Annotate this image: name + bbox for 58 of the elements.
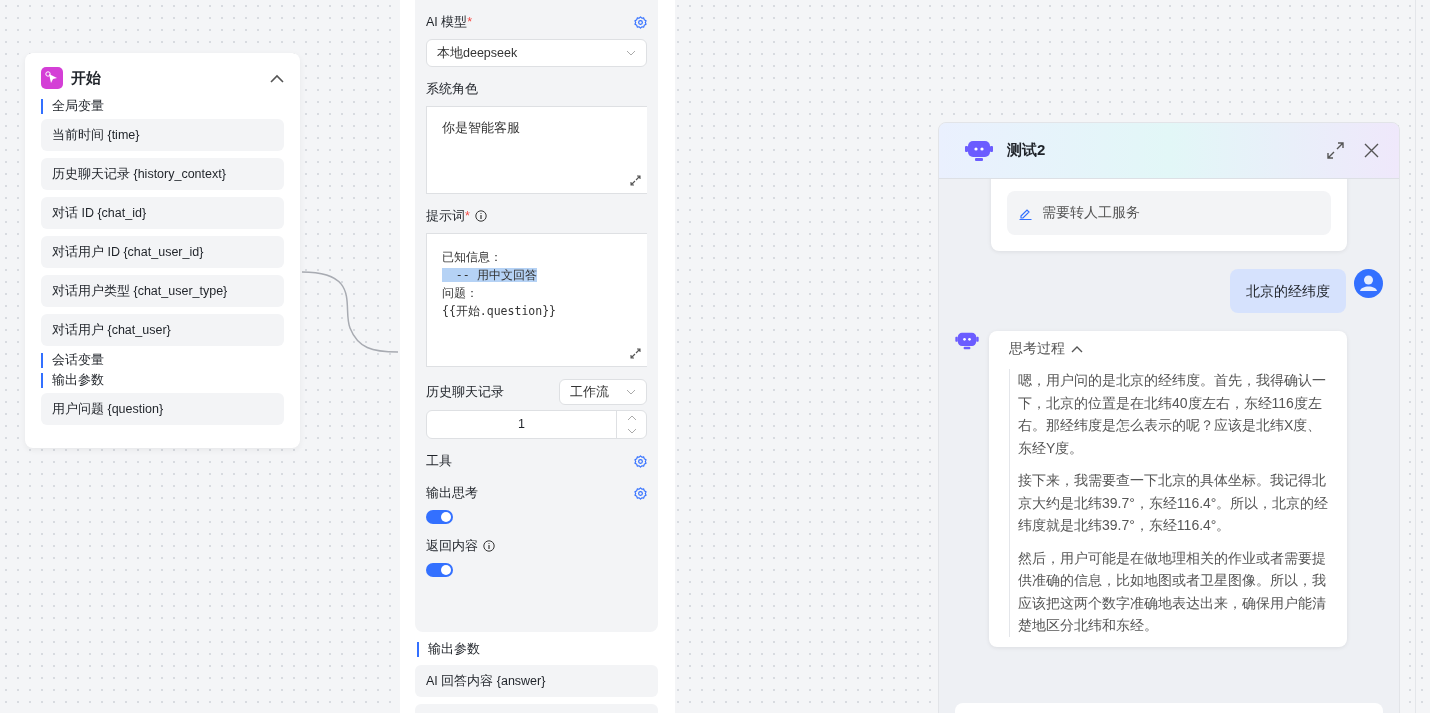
section-label: 会话变量 — [41, 353, 284, 368]
robot-icon — [955, 331, 979, 351]
section-label: 输出参数 — [417, 642, 658, 657]
settings-icon[interactable] — [634, 15, 647, 29]
user-avatar-icon — [1354, 269, 1383, 298]
close-icon[interactable] — [1364, 143, 1379, 158]
text-line: 已知信息： — [442, 250, 502, 264]
variable-item: AI 回答内容 {answer} — [415, 665, 658, 697]
field-label: 系统角色 — [426, 80, 478, 98]
field-label: 返回内容 — [426, 537, 478, 555]
suggested-question-button[interactable]: 需要转人工服务 — [1007, 191, 1331, 235]
variable-item: 当前时间 {time} — [41, 119, 284, 151]
field-label: 提示词* — [426, 207, 470, 225]
caret-icon — [626, 50, 636, 56]
history-source-select[interactable]: 工作流 — [559, 379, 647, 405]
variable-item: 对话 ID {chat_id} — [41, 197, 284, 229]
chevron-icon — [1071, 345, 1083, 353]
user-message: 北京的经纬度 — [1230, 269, 1346, 313]
variable-item: 对话用户 {chat_user} — [41, 314, 284, 346]
caret-icon — [626, 389, 636, 395]
robot-icon — [965, 138, 993, 163]
variable-item: 对话用户 ID {chat_user_id} — [41, 236, 284, 268]
text-line: {{开始.question}} — [442, 304, 556, 318]
info-icon[interactable] — [483, 540, 495, 552]
thinking-paragraph: 嗯，用户问的是北京的经纬度。首先，我得确认一下，北京的位置是在北纬40度左右，东经116度左右。那经纬度是怎么表示的呢？应该是北纬X度、东经Y度。 — [1018, 371, 1327, 458]
settings-icon[interactable] — [634, 486, 647, 500]
text-line: 你是智能客服 — [442, 121, 520, 135]
expand-icon[interactable] — [630, 175, 641, 186]
start-node-card[interactable]: 开始 全局变量 当前时间 {time} 历史聊天记录 {history_context} 对话 ID {chat_id} 对话用户 ID {chat_user_id} 对话用户类型 {chat_user_type} 对话用户 {chat_user} 会话变量 输出参数 用户问题 {question} — [25, 53, 300, 448]
text-area[interactable]: 已知信息： -- 用中文回答 问题： {{开始.question}} — [426, 233, 647, 367]
field-label: AI 模型* — [426, 13, 473, 31]
field-label: 工具 — [426, 452, 452, 470]
toggle-switch[interactable] — [426, 563, 453, 577]
decrement-icon[interactable] — [626, 428, 637, 435]
thinking-paragraph: 然后，用户可能是在做地理相关的作业或者需要提供准确的信息，比如地图或者卫星图像。所以，我应该把这两个数字准确地表达出来，确保用户能清楚地区分北纬和东经。 — [1018, 548, 1327, 635]
model-select[interactable]: 本地deepseek — [426, 39, 647, 67]
settings-icon[interactable] — [634, 454, 647, 468]
variable-item: 用户问题 {question} — [41, 393, 284, 425]
cursor-icon — [41, 67, 63, 89]
section-label: 输出参数 — [41, 373, 284, 388]
expand-icon[interactable] — [630, 348, 641, 359]
fullscreen-icon[interactable] — [1327, 142, 1344, 159]
variable-item: 历史聊天记录 {history_context} — [41, 158, 284, 190]
field-label: 历史聊天记录 — [426, 383, 504, 401]
text-area[interactable]: 你是智能客服 — [426, 106, 647, 194]
chat-title: 测试2 — [1007, 141, 1047, 160]
text-line: 问题： — [442, 286, 478, 300]
info-icon[interactable] — [474, 210, 487, 222]
collapse-chevron-icon[interactable] — [270, 73, 284, 83]
toggle-switch[interactable] — [426, 510, 453, 524]
node-title: 开始 — [71, 68, 102, 88]
variable-item: 对话用户类型 {chat_user_type} — [41, 275, 284, 307]
number-input[interactable]: 1 — [426, 410, 647, 439]
section-label: 全局变量 — [41, 99, 284, 114]
field-label: 输出思考 — [426, 484, 478, 502]
increment-icon[interactable] — [626, 414, 637, 421]
thinking-toggle[interactable]: 思考过程 — [1009, 339, 1331, 359]
thinking-paragraph: 接下来，我需要查一下北京的具体坐标。我记得北京大约是北纬39.7°，东经116.4°。所以，北京的经纬度就是北纬39.7°，东经116.4°。 — [1018, 471, 1330, 535]
